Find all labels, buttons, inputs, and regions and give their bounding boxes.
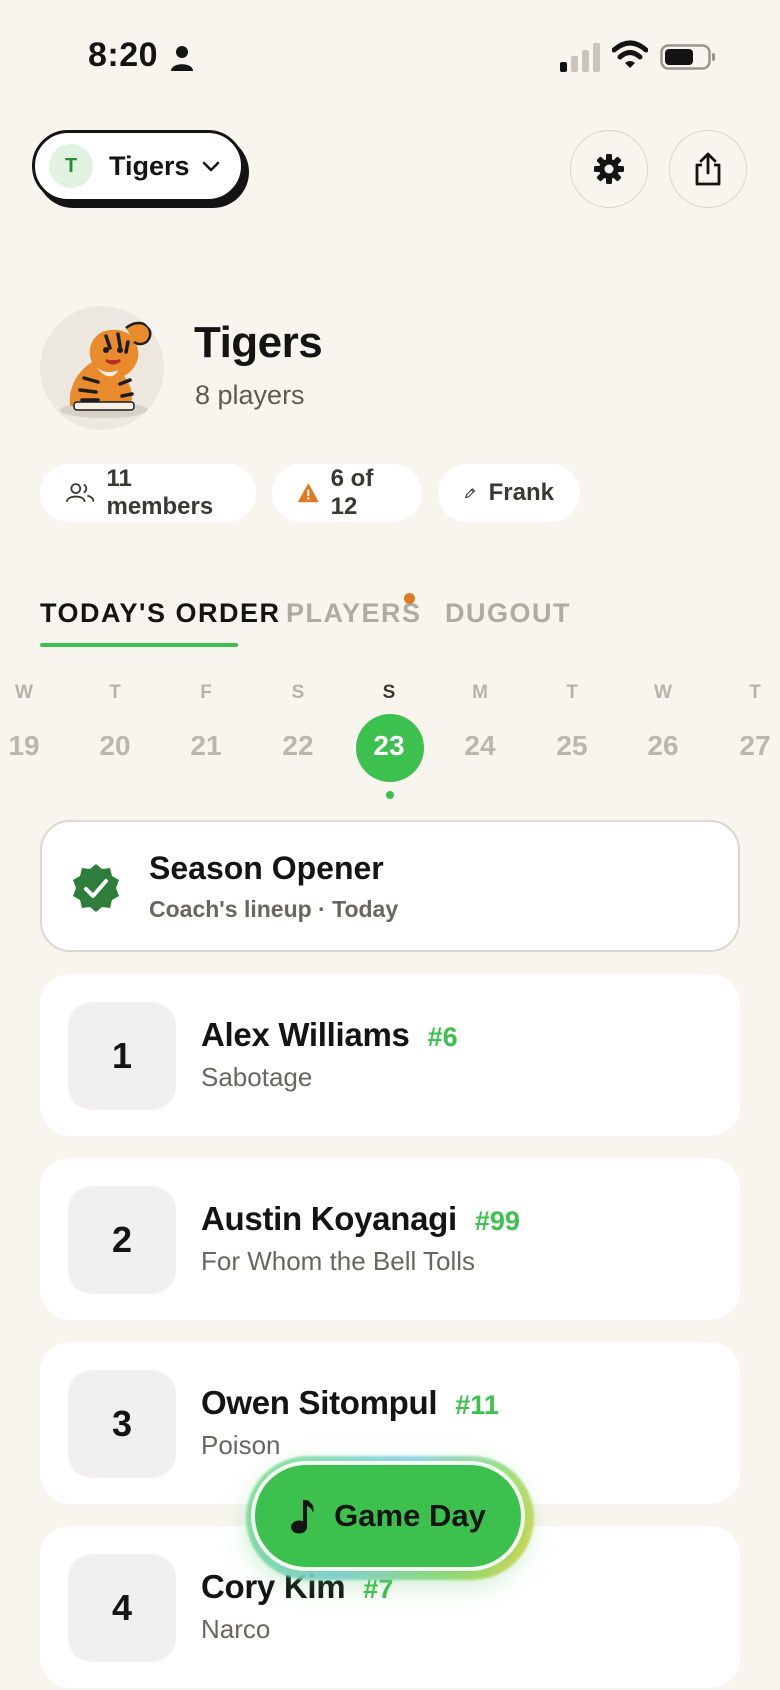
- battery-icon: [660, 44, 715, 70]
- walkup-song: Sabotage: [201, 1062, 313, 1092]
- calendar-day[interactable]: 20: [85, 730, 145, 762]
- batting-order-number: 2: [68, 1186, 176, 1294]
- people-icon: [66, 483, 95, 503]
- notification-dot: [404, 593, 415, 604]
- team-name: Tigers: [194, 318, 323, 367]
- coach-chip-label: Frank: [488, 479, 554, 506]
- calendar-day[interactable]: 27: [725, 730, 780, 762]
- jersey-number: #99: [474, 1206, 520, 1236]
- team-logo: [40, 306, 164, 430]
- pen-icon: [465, 488, 476, 499]
- batting-order-number: 1: [68, 1002, 176, 1110]
- coach-chip[interactable]: Frank: [438, 464, 580, 522]
- calendar-day-letter: T: [566, 682, 578, 703]
- calendar-day-selected[interactable]: 23: [359, 730, 419, 762]
- lineup-row[interactable]: 2 Austin Koyanagi #99 For Whom the Bell T…: [40, 1158, 740, 1320]
- calendar-day[interactable]: 24: [450, 730, 510, 762]
- event-title: Season Opener: [149, 850, 384, 886]
- settings-button[interactable]: [570, 130, 648, 208]
- wifi-icon: [612, 40, 648, 68]
- status-time: 8:20: [88, 36, 159, 74]
- walkup-song: For Whom the Bell Tolls: [201, 1246, 476, 1276]
- lineup-count-label: 6 of 12: [330, 465, 374, 520]
- tab-todays-order[interactable]: TODAY'S ORDER: [40, 598, 280, 629]
- calendar-day-letter: T: [109, 682, 121, 703]
- player-name-line: Owen Sitompul #11: [201, 1384, 499, 1422]
- player-name-line: Austin Koyanagi #99: [201, 1200, 520, 1238]
- calendar-day[interactable]: 26: [633, 730, 693, 762]
- walkup-song: Poison: [201, 1430, 281, 1460]
- calendar-day-letter: S: [382, 682, 396, 703]
- warning-icon: [298, 483, 319, 503]
- tab-dugout[interactable]: DUGOUT: [445, 598, 571, 629]
- jersey-number: #6: [427, 1022, 458, 1052]
- game-day-button[interactable]: Game Day: [251, 1461, 525, 1571]
- calendar-day[interactable]: 19: [0, 730, 54, 762]
- active-tab-indicator: [40, 643, 238, 647]
- calendar-day-letter: T: [749, 682, 761, 703]
- members-chip-label: 11 members: [106, 465, 214, 520]
- calendar-day[interactable]: 25: [542, 730, 602, 762]
- calendar-day-letter: M: [472, 682, 488, 703]
- player-count: 8 players: [195, 380, 305, 410]
- calendar-day-letter: W: [654, 682, 672, 703]
- player-name: Austin Koyanagi: [201, 1200, 457, 1237]
- person-icon: [171, 46, 193, 71]
- team-switcher-label: Tigers: [109, 150, 190, 181]
- chevron-down-icon: [202, 161, 219, 172]
- calendar-day[interactable]: 22: [268, 730, 328, 762]
- lineup-row[interactable]: 1 Alex Williams #6 Sabotage: [40, 974, 740, 1136]
- verified-badge-icon: [73, 864, 119, 912]
- event-card[interactable]: [40, 820, 740, 952]
- walkup-song: Narco: [201, 1614, 271, 1644]
- calendar-day-letter: W: [15, 682, 33, 703]
- music-note-icon: [291, 1500, 314, 1534]
- share-button[interactable]: [669, 130, 747, 208]
- team-switcher[interactable]: T Tigers: [32, 130, 244, 202]
- player-name-line: Alex Williams #6: [201, 1016, 458, 1054]
- event-dot: [386, 791, 394, 799]
- batting-order-number: 4: [68, 1554, 176, 1662]
- calendar-day[interactable]: 21: [176, 730, 236, 762]
- team-initial-avatar: T: [49, 144, 93, 188]
- batting-order-number: 3: [68, 1370, 176, 1478]
- event-subtitle: Coach's lineup · Today: [149, 896, 399, 922]
- game-day-label: Game Day: [334, 1498, 486, 1533]
- player-name: Alex Williams: [201, 1016, 410, 1053]
- tab-players[interactable]: PLAYERS: [286, 598, 422, 629]
- lineup-count-chip[interactable]: 6 of 12: [272, 464, 422, 522]
- gear-icon: [594, 154, 624, 184]
- share-icon: [695, 152, 721, 186]
- calendar-day-letter: S: [291, 682, 305, 703]
- jersey-number: #11: [455, 1390, 499, 1420]
- members-chip[interactable]: 11 members: [40, 464, 256, 522]
- calendar-day-letter: F: [200, 682, 212, 703]
- player-name: Owen Sitompul: [201, 1384, 438, 1421]
- signal-icon: [560, 43, 600, 72]
- tiger-logo-icon: [60, 321, 152, 418]
